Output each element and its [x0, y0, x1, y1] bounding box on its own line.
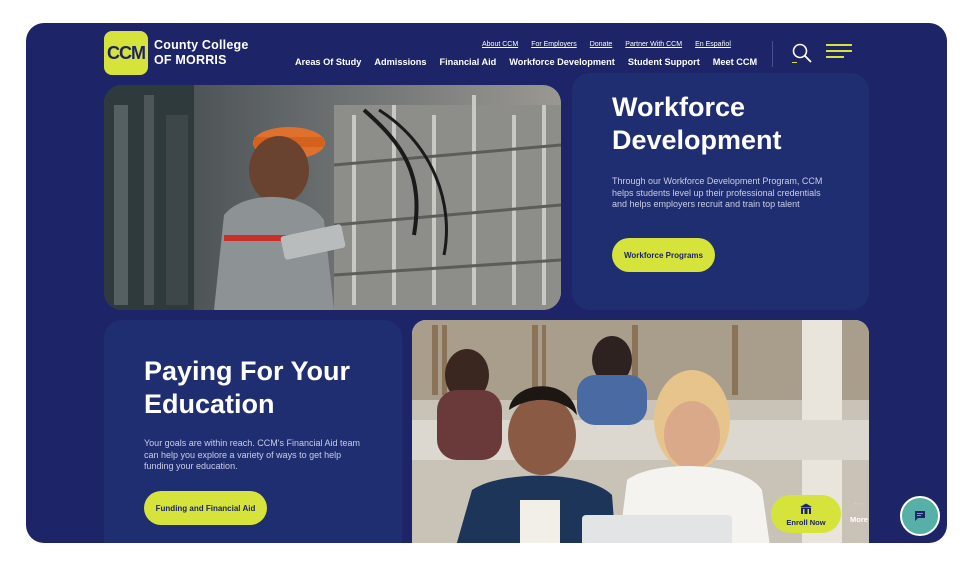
building-icon	[800, 503, 812, 514]
nav-student-support[interactable]: Student Support	[628, 57, 700, 67]
search-icon[interactable]	[792, 43, 812, 63]
nav-workforce-development[interactable]: Workforce Development	[509, 57, 615, 67]
dots-icon: ···	[853, 499, 864, 510]
menu-bar	[826, 50, 852, 52]
more-label: More	[850, 515, 868, 524]
utility-link-espanol[interactable]: En Español	[695, 41, 731, 48]
workforce-card: Workforce Development Through our Workfo…	[572, 73, 869, 310]
hamburger-menu-icon[interactable]	[826, 44, 852, 62]
factory-illustration	[104, 85, 561, 310]
workforce-title-line-2: Development	[612, 125, 782, 155]
main-nav: Areas Of Study Admissions Financial Aid …	[295, 57, 770, 67]
logo-line-2: of Morris	[154, 53, 227, 67]
more-button[interactable]: ··· More	[850, 499, 868, 525]
menu-bar	[826, 56, 844, 58]
financial-aid-card: Paying For Your Education Your goals are…	[104, 320, 402, 543]
enroll-now-label: Enroll Now	[786, 518, 826, 527]
utility-link-donate[interactable]: Donate	[590, 41, 613, 48]
workforce-title-line-1: Workforce	[612, 92, 746, 122]
logo-mark: CCM	[104, 31, 148, 75]
nav-financial-aid[interactable]: Financial Aid	[439, 57, 496, 67]
utility-link-employers[interactable]: For Employers	[531, 41, 577, 48]
ccm-logo[interactable]: CCM County College of Morris	[104, 31, 248, 75]
aid-title-line-2: Education	[144, 389, 275, 419]
chat-button[interactable]	[900, 496, 940, 536]
logo-wordmark: County College of Morris	[154, 38, 248, 68]
aid-description: Your goals are within reach. CCM's Finan…	[144, 438, 360, 471]
workforce-photo	[104, 85, 561, 310]
nav-areas-of-study[interactable]: Areas Of Study	[295, 57, 361, 67]
page-frame: CCM County College of Morris About CCM F…	[26, 23, 947, 543]
enroll-now-button[interactable]: Enroll Now	[771, 495, 841, 533]
menu-bar	[826, 44, 852, 46]
chat-icon	[915, 511, 925, 521]
nav-admissions[interactable]: Admissions	[374, 57, 426, 67]
funding-financial-aid-button[interactable]: Funding and Financial Aid	[144, 491, 267, 525]
aid-title-line-1: Paying For Your	[144, 356, 351, 386]
utility-link-about[interactable]: About CCM	[482, 41, 518, 48]
workforce-programs-button[interactable]: Workforce Programs	[612, 238, 715, 272]
utility-nav: About CCM For Employers Donate Partner W…	[482, 41, 744, 48]
logo-line-1: County College	[154, 38, 249, 52]
workforce-description: Through our Workforce Development Progra…	[612, 176, 823, 209]
utility-link-partner[interactable]: Partner With CCM	[625, 41, 682, 48]
nav-meet-ccm[interactable]: Meet CCM	[713, 57, 757, 67]
header-divider	[772, 41, 773, 67]
